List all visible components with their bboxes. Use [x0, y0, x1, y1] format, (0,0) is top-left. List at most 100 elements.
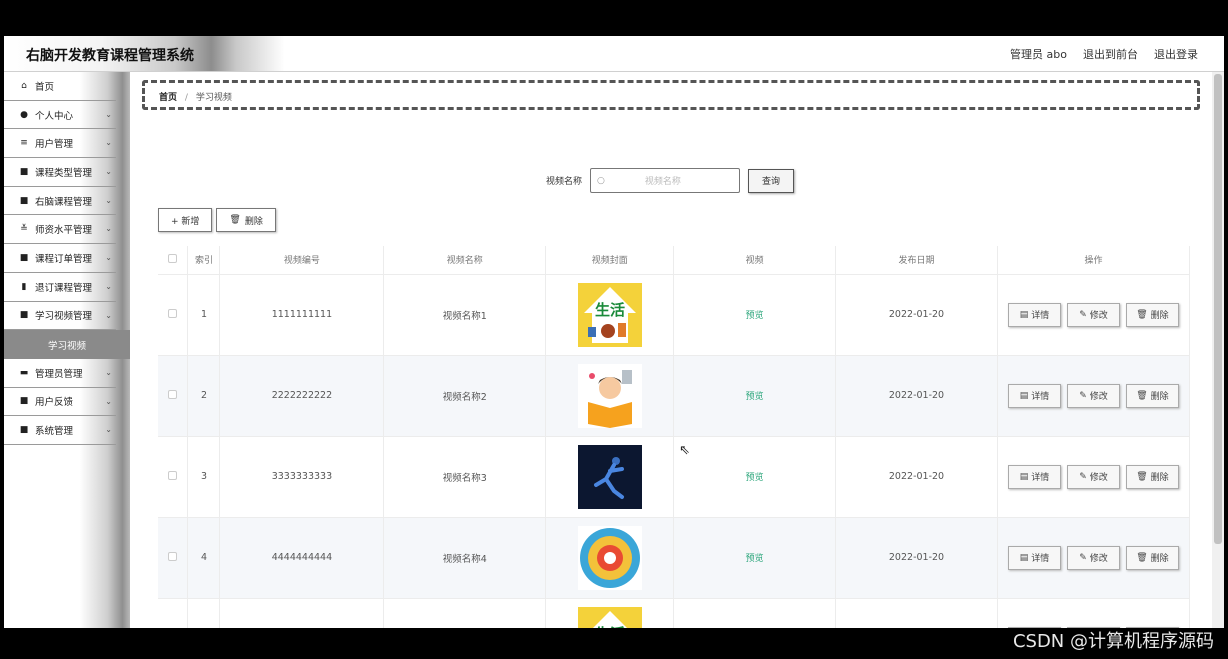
add-button[interactable]: + 新增	[158, 208, 213, 232]
row-select-cell[interactable]	[158, 598, 189, 628]
table-row: 4 4444444444 视频名称4 预览 2022-01-20 ▤ 详情 ✎ 修改…	[158, 517, 1191, 599]
cover-image: 生活	[577, 606, 642, 628]
breadcrumb-home[interactable]: 首页	[159, 93, 177, 103]
edit-button[interactable]: ✎修改	[1066, 545, 1120, 570]
chevron-down-icon: ⌄	[105, 425, 112, 435]
grid-icon: ■	[19, 396, 29, 407]
row-cover-cell	[545, 355, 675, 437]
scrollbar-thumb[interactable]	[1214, 74, 1222, 544]
sidebar-item[interactable]: ■ 系统管理 ⌄	[4, 416, 116, 445]
list-icon: ≡	[20, 138, 28, 149]
video-preview-link[interactable]: 预览	[746, 392, 764, 402]
sidebar-item[interactable]: ≚ 师资水平管理 ⌄	[4, 215, 116, 245]
delete-button[interactable]: 🗑删除	[1125, 302, 1179, 327]
delete-button[interactable]: 🗑删除	[1125, 545, 1179, 570]
batch-delete-button[interactable]: 🗑 删除	[216, 208, 276, 232]
edit-button[interactable]: ✎修改	[1066, 464, 1120, 489]
edit-label: 修改	[1089, 554, 1108, 564]
select-all-checkbox[interactable]	[168, 253, 178, 263]
row-name: 视频名称4	[383, 517, 547, 599]
search-button[interactable]: 查询	[748, 168, 795, 193]
sidebar-item-label: 师资水平管理	[35, 225, 93, 237]
sidebar: ⌂ 首页 ● 个人中心 ⌄ ≡ 用户管理 ⌄ ■ 课程类型管理 ⌄ ■ 右脑课程管理 ⌄ ≚ 师资水平管理 ⌄ ■…	[4, 72, 130, 628]
cover-image	[577, 444, 642, 509]
row-date: 2022-01-20	[835, 274, 998, 356]
row-select-cell[interactable]	[158, 517, 189, 599]
detail-button[interactable]: ▤详情	[1007, 545, 1061, 570]
search-input[interactable]: ○ 视频名称	[590, 168, 741, 193]
row-cover-cell	[545, 436, 675, 518]
search-label: 视频名称	[546, 177, 583, 187]
watermark: CSDN @计算机程序源码	[1012, 631, 1214, 652]
sidebar-item[interactable]: ▮ 退订课程管理 ⌄	[4, 273, 116, 302]
mouse-cursor-icon: ⇖	[679, 443, 690, 458]
edit-label: 修改	[1089, 392, 1108, 402]
chevron-down-icon: ⌄	[105, 224, 112, 234]
row-cover-cell: 生活	[545, 274, 675, 356]
row-code: 4444444444	[219, 517, 385, 599]
table-row: 3 3333333333 视频名称3 预览 2022-01-20 ▤ 详情 ✎ 修改…	[158, 436, 1191, 518]
clipboard-icon: ▮	[21, 281, 27, 292]
delete-button[interactable]: 🗑删除	[1125, 464, 1179, 489]
chevron-down-icon: ⌄	[105, 138, 112, 148]
goto-front-link[interactable]: 退出到前台	[1083, 46, 1138, 62]
grid-icon: ■	[19, 425, 29, 436]
row-ops: ▤详情 ✎修改 🗑删除	[997, 598, 1191, 628]
row-select-cell[interactable]	[158, 274, 189, 356]
detail-button[interactable]: ▤详情	[1007, 383, 1061, 408]
video-preview-link[interactable]: 预览	[746, 311, 764, 321]
logout-link[interactable]: 退出登录	[1154, 46, 1198, 62]
row-checkbox[interactable]	[168, 470, 178, 480]
page-scrollbar[interactable]	[1212, 72, 1224, 628]
edit-label: 修改	[1089, 473, 1108, 483]
row-video-cell: 预览	[673, 598, 837, 628]
row-select-cell[interactable]	[158, 436, 189, 518]
sidebar-item[interactable]: ≡ 用户管理 ⌄	[4, 129, 116, 159]
edit-button[interactable]: ✎修改	[1066, 383, 1120, 408]
sidebar-item[interactable]: ■ 课程类型管理 ⌄	[4, 158, 116, 187]
row-code: 3333333333	[219, 436, 385, 518]
sidebar-item[interactable]: 学习视频	[4, 330, 130, 359]
row-name: 视频名称1	[383, 274, 547, 356]
row-select-cell[interactable]	[158, 355, 189, 437]
sidebar-item-label: 个人中心	[35, 110, 74, 122]
sidebar-item-label: 系统管理	[35, 426, 74, 438]
row-checkbox[interactable]	[168, 389, 178, 399]
sidebar-item[interactable]: ⌂ 首页	[4, 72, 116, 101]
sidebar-item-label: 课程订单管理	[35, 253, 93, 265]
row-index: 5	[187, 598, 221, 628]
row-date: 2022-01-20	[835, 517, 998, 599]
row-checkbox[interactable]	[168, 308, 178, 318]
sidebar-item[interactable]: ■ 用户反馈 ⌄	[4, 388, 116, 417]
header-cover: 视频封面	[545, 246, 675, 275]
delete-button[interactable]: 🗑删除	[1125, 383, 1179, 408]
edit-label: 修改	[1089, 311, 1108, 321]
sidebar-item[interactable]: ■ 学习视频管理 ⌄	[4, 302, 116, 331]
row-cover-cell	[545, 517, 675, 599]
document-icon: ▤	[1019, 471, 1029, 482]
toolbar: + 新增 🗑 删除	[158, 208, 276, 232]
document-icon: ▤	[1019, 552, 1029, 563]
sidebar-item[interactable]: ▬ 管理员管理 ⌄	[4, 359, 116, 388]
row-date: 2022-01-20	[835, 355, 998, 437]
search-placeholder: 视频名称	[644, 177, 681, 187]
edit-button[interactable]: ✎修改	[1066, 302, 1120, 327]
header-select-all[interactable]	[158, 246, 189, 275]
row-name: 视频名称3	[383, 436, 547, 518]
detail-button[interactable]: ▤详情	[1007, 302, 1061, 327]
detail-button[interactable]: ▤详情	[1007, 464, 1061, 489]
row-video-cell: 预览	[673, 517, 837, 599]
row-ops: ▤详情 ✎修改 🗑删除	[997, 436, 1191, 518]
row-index: 1	[187, 274, 221, 356]
row-date: 2022-01-20	[835, 436, 998, 518]
row-checkbox[interactable]	[168, 551, 178, 561]
sidebar-item[interactable]: ● 个人中心 ⌄	[4, 101, 116, 130]
app-window: 右脑开发教育课程管理系统 管理员 abo 退出到前台 退出登录 ⌂ 首页 ● 个人中心…	[4, 36, 1224, 628]
table-row: 1 1111111111 视频名称1 生活 预览 2022-01-20 ▤ 详情 …	[158, 274, 1191, 356]
video-preview-link[interactable]: 预览	[746, 554, 764, 564]
cover-image	[577, 363, 642, 428]
sidebar-item[interactable]: ■ 右脑课程管理 ⌄	[4, 187, 116, 216]
video-preview-link[interactable]: 预览	[746, 473, 764, 483]
sidebar-item-label: 学习视频	[47, 340, 86, 352]
sidebar-item[interactable]: ■ 课程订单管理 ⌄	[4, 244, 116, 273]
